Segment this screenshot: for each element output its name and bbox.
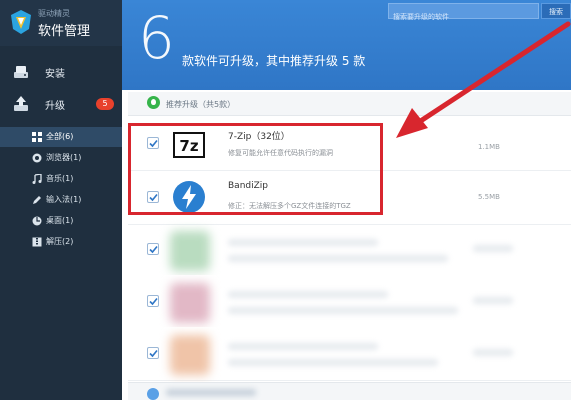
brand-header: 驱动精灵 软件管理 — [0, 0, 122, 46]
category-label: 输入法(1) — [46, 195, 82, 204]
app-description: 修复可能允许任意代码执行的漏洞 — [228, 149, 333, 157]
music-icon — [32, 174, 42, 184]
category-input-method[interactable]: 输入法(1) — [0, 190, 122, 210]
app-row-bandizip[interactable]: BandiZip 修正：无法解压多个GZ文件连接的TGZ 5.5MB — [128, 171, 571, 225]
category-label: 解压(2) — [46, 237, 74, 246]
grid-icon — [32, 132, 42, 142]
recommend-icon — [147, 96, 160, 109]
desktop-icon — [32, 216, 42, 226]
bandizip-icon — [173, 181, 205, 213]
blurred-text — [228, 291, 388, 298]
blurred-app-icon — [170, 283, 210, 323]
app-title: 软件管理 — [38, 24, 91, 39]
checkmark-icon — [149, 349, 158, 358]
blurred-text — [473, 297, 513, 304]
category-all[interactable]: 全部(6) — [0, 127, 122, 147]
search-input[interactable] — [389, 10, 538, 24]
app-row-blurred[interactable] — [128, 225, 571, 279]
checkmark-icon — [149, 139, 158, 148]
upgrade-icon — [14, 96, 28, 111]
category-archive[interactable]: 解压(2) — [0, 232, 122, 252]
search-box — [388, 3, 539, 24]
app-size: 1.1MB — [478, 143, 500, 151]
checkmark-icon — [149, 245, 158, 254]
summary-header: 6 款软件可升级，其中推荐升级 5 款 搜索 — [122, 0, 571, 90]
blurred-text — [473, 245, 513, 252]
select-checkbox[interactable] — [147, 137, 159, 149]
blurred-text — [228, 307, 458, 314]
brand-subtitle: 驱动精灵 — [38, 9, 70, 18]
category-label: 全部(6) — [46, 132, 74, 141]
category-music[interactable]: 音乐(1) — [0, 169, 122, 189]
sidebar: 驱动精灵 软件管理 安装 升级 5 全部(6) 浏览器(1) 音乐(1) 输入法… — [0, 0, 122, 400]
app-row-blurred[interactable] — [128, 275, 571, 329]
nav-item-label: 升级 — [45, 101, 65, 112]
select-checkbox[interactable] — [147, 243, 159, 255]
app-row-7zip[interactable]: 7z 7-Zip（32位） 修复可能允许任意代码执行的漏洞 1.1MB — [128, 117, 571, 171]
recommended-section-header[interactable]: 推荐升级（共5款） — [128, 92, 571, 116]
checkmark-icon — [149, 297, 158, 306]
app-name: 7-Zip（32位） — [228, 132, 290, 142]
browser-icon — [32, 153, 42, 163]
archive-icon — [32, 237, 42, 247]
blurred-text — [473, 349, 513, 356]
category-label: 桌面(1) — [46, 216, 74, 225]
7zip-icon: 7z — [173, 132, 205, 158]
blurred-app-icon — [170, 231, 210, 271]
category-label: 浏览器(1) — [46, 153, 82, 162]
app-size: 5.5MB — [478, 193, 500, 201]
select-checkbox[interactable] — [147, 191, 159, 203]
upgrade-count-badge: 5 — [96, 98, 114, 110]
other-section-header[interactable] — [128, 382, 571, 400]
nav-item-install[interactable]: 安装 — [0, 59, 122, 85]
select-checkbox[interactable] — [147, 295, 159, 307]
app-row-blurred[interactable] — [128, 327, 571, 381]
pen-icon — [33, 196, 41, 204]
nav-item-label: 安装 — [45, 69, 65, 80]
section-icon — [147, 388, 159, 400]
category-label: 音乐(1) — [46, 174, 74, 183]
blurred-text — [228, 255, 448, 262]
blurred-text — [228, 359, 438, 366]
category-desktop[interactable]: 桌面(1) — [0, 211, 122, 231]
app-logo-icon — [11, 10, 31, 34]
app-description: 修正：无法解压多个GZ文件连接的TGZ — [228, 202, 351, 210]
install-icon — [14, 66, 28, 78]
checkmark-icon — [149, 193, 158, 202]
category-browser[interactable]: 浏览器(1) — [0, 148, 122, 168]
app-name: BandiZip — [228, 181, 268, 191]
blurred-text — [166, 389, 256, 396]
blurred-text — [228, 239, 378, 246]
select-checkbox[interactable] — [147, 347, 159, 359]
svg-text:7z: 7z — [179, 137, 198, 155]
section-label: 推荐升级（共5款） — [166, 100, 236, 109]
upgrade-summary-text: 款软件可升级，其中推荐升级 5 款 — [182, 54, 366, 68]
upgrade-count: 6 — [138, 4, 175, 72]
blurred-text — [228, 343, 378, 350]
blurred-app-icon — [170, 335, 210, 375]
search-button[interactable]: 搜索 — [541, 3, 571, 19]
nav-item-upgrade[interactable]: 升级 5 — [0, 91, 122, 117]
